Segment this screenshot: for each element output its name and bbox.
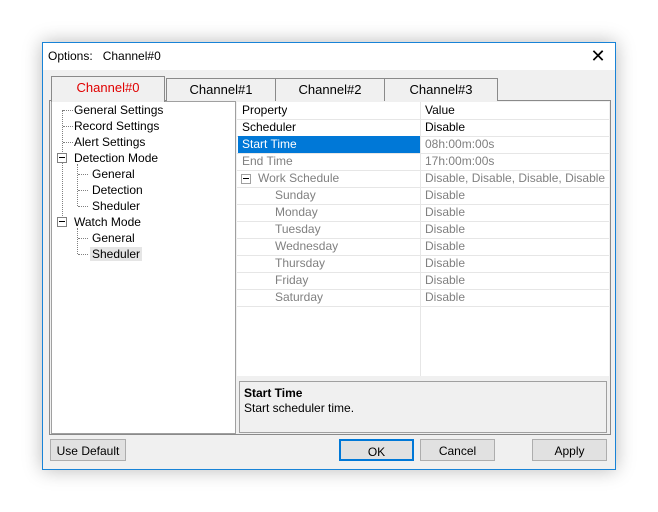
value-start-time[interactable]: 08h:00m:00s xyxy=(425,136,605,153)
tab-channel-1[interactable]: Channel#1 xyxy=(166,78,276,101)
column-divider xyxy=(420,102,421,376)
property-grid: Property Value Scheduler Disable Start T… xyxy=(237,102,609,376)
tree-item-detection[interactable]: Detection xyxy=(92,183,143,197)
tree-line xyxy=(63,142,73,143)
value-sunday[interactable]: Disable xyxy=(425,187,605,204)
tree-item-watch-sheduler[interactable]: Sheduler xyxy=(90,247,143,261)
description-panel: Start Time Start scheduler time. xyxy=(239,381,607,433)
close-icon[interactable]: ✕ xyxy=(585,44,611,68)
value-end-time[interactable]: 17h:00m:00s xyxy=(425,153,605,170)
tree-line xyxy=(78,174,88,175)
value-scheduler[interactable]: Disable xyxy=(425,119,605,136)
property-wednesday[interactable]: Wednesday xyxy=(275,238,415,255)
value-friday[interactable]: Disable xyxy=(425,272,605,289)
value-saturday[interactable]: Disable xyxy=(425,289,605,306)
property-friday[interactable]: Friday xyxy=(275,272,415,289)
property-tuesday[interactable]: Tuesday xyxy=(275,221,415,238)
tree-line xyxy=(78,238,88,239)
settings-tree: General Settings Record Settings Alert S… xyxy=(51,101,236,434)
window-title: Options: Channel#0 xyxy=(48,49,161,63)
tree-line xyxy=(78,190,88,191)
tree-item-detection-mode[interactable]: Detection Mode xyxy=(74,151,158,165)
tree-item-watch-general[interactable]: General xyxy=(92,231,135,245)
property-thursday[interactable]: Thursday xyxy=(275,255,415,272)
tree-item-detection-sheduler[interactable]: Sheduler xyxy=(92,199,140,213)
description-title: Start Time xyxy=(244,386,303,400)
tree-line xyxy=(78,254,88,255)
tab-channel-0[interactable]: Channel#0 xyxy=(51,76,165,102)
tree-item-record-settings[interactable]: Record Settings xyxy=(74,119,159,133)
property-monday[interactable]: Monday xyxy=(275,204,415,221)
use-default-button[interactable]: Use Default xyxy=(50,439,126,461)
collapse-icon[interactable] xyxy=(57,217,67,227)
collapse-icon[interactable] xyxy=(57,153,67,163)
collapse-icon[interactable] xyxy=(241,174,251,184)
tree-line xyxy=(78,206,88,207)
property-start-time[interactable]: Start Time xyxy=(238,136,420,153)
value-wednesday[interactable]: Disable xyxy=(425,238,605,255)
apply-button[interactable]: Apply xyxy=(532,439,607,461)
property-sunday[interactable]: Sunday xyxy=(275,187,415,204)
property-work-schedule[interactable]: Work Schedule xyxy=(258,170,418,187)
value-work-schedule[interactable]: Disable, Disable, Disable, Disable, ... xyxy=(425,170,605,187)
tree-item-watch-mode[interactable]: Watch Mode xyxy=(74,215,141,229)
ok-button[interactable]: OK xyxy=(339,439,414,461)
row-divider xyxy=(237,306,609,307)
tree-item-alert-settings[interactable]: Alert Settings xyxy=(74,135,145,149)
value-monday[interactable]: Disable xyxy=(425,204,605,221)
cancel-button[interactable]: Cancel xyxy=(420,439,495,461)
description-text: Start scheduler time. xyxy=(244,401,355,415)
tree-line xyxy=(77,164,78,206)
tab-channel-2[interactable]: Channel#2 xyxy=(275,78,385,101)
tree-line xyxy=(63,110,73,111)
value-tuesday[interactable]: Disable xyxy=(425,221,605,238)
tree-line xyxy=(77,228,78,254)
title-bar: Options: Channel#0 ✕ xyxy=(43,43,615,70)
tree-line xyxy=(63,126,73,127)
property-header: Property xyxy=(242,103,288,117)
property-saturday[interactable]: Saturday xyxy=(275,289,415,306)
options-dialog: Options: Channel#0 ✕ Channel#0 Channel#1… xyxy=(42,42,616,470)
value-header: Value xyxy=(425,103,455,117)
tree-item-general-settings[interactable]: General Settings xyxy=(74,103,163,117)
tab-channel-3[interactable]: Channel#3 xyxy=(384,78,498,101)
tree-item-detection-general[interactable]: General xyxy=(92,167,135,181)
value-thursday[interactable]: Disable xyxy=(425,255,605,272)
property-end-time[interactable]: End Time xyxy=(242,153,418,170)
property-scheduler[interactable]: Scheduler xyxy=(242,119,418,136)
